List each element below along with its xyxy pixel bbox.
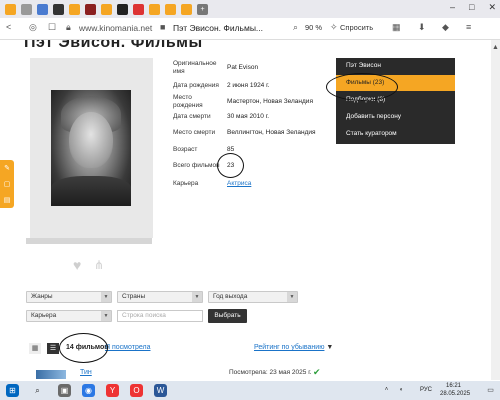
countries-select[interactable]: Страны ▼ bbox=[117, 291, 203, 303]
chevron-down-icon: ▼ bbox=[326, 344, 334, 351]
grid-view-icon[interactable]: ▦ bbox=[29, 343, 41, 354]
browser-tab-bar: + – □ ✕ bbox=[0, 0, 500, 18]
extension-icon[interactable]: ◆ bbox=[442, 22, 449, 33]
pencil-icon[interactable]: ✎ bbox=[4, 164, 10, 172]
chevron-down-icon: ▼ bbox=[192, 292, 202, 302]
ask-button[interactable]: Спросить bbox=[340, 23, 373, 32]
bookmark-icon[interactable]: ☐ bbox=[48, 22, 56, 33]
sort-dropdown[interactable]: Рейтинг по убыванию ▼ bbox=[254, 344, 333, 351]
career-select[interactable]: Карьера ▼ bbox=[26, 310, 112, 322]
document-icon[interactable]: ▤ bbox=[4, 196, 11, 204]
page-tab-title: Пэт Эвисон. Фильмы... bbox=[173, 23, 264, 33]
info-label: Всего фильмов bbox=[173, 162, 220, 169]
chevron-down-icon: ▼ bbox=[287, 292, 297, 302]
new-tab-icon[interactable]: + bbox=[197, 3, 208, 15]
info-value: 30 мая 2010 г. bbox=[227, 113, 270, 120]
downloads-icon[interactable]: ⬇ bbox=[418, 22, 426, 33]
info-value: Веллингтон, Новая Зеландия bbox=[227, 129, 316, 136]
speaker-icon[interactable]: ◐ bbox=[395, 384, 408, 397]
tab-icon[interactable] bbox=[37, 3, 48, 15]
heart-icon[interactable]: ♥ bbox=[73, 257, 81, 273]
tab-icon[interactable] bbox=[149, 3, 160, 15]
search-icon[interactable]: ⌕ bbox=[31, 384, 44, 397]
lock-icon: 🔒︎ bbox=[66, 22, 71, 32]
reader-icon[interactable]: ⌕ bbox=[293, 22, 298, 33]
check-icon: ✔ bbox=[313, 367, 321, 377]
info-label: Место смерти bbox=[173, 129, 216, 136]
minimize-icon[interactable]: – bbox=[450, 2, 455, 13]
url-text[interactable]: www.kinomania.net bbox=[79, 23, 152, 33]
tab-icon[interactable] bbox=[101, 3, 112, 15]
info-label: Оригинальное имя bbox=[173, 60, 217, 75]
annotation-circle-films bbox=[326, 73, 398, 101]
tray-chevron-icon[interactable]: ˄ bbox=[380, 384, 393, 397]
year-select[interactable]: Год выхода ▼ bbox=[208, 291, 298, 303]
info-label: Возраст bbox=[173, 146, 198, 153]
task-view-icon[interactable]: ▣ bbox=[58, 384, 71, 397]
person-photo[interactable] bbox=[51, 90, 131, 206]
tab-icon[interactable] bbox=[69, 3, 80, 15]
language-indicator[interactable]: РУС bbox=[420, 387, 432, 393]
menu-icon[interactable]: ≡ bbox=[466, 22, 471, 32]
film-poster[interactable] bbox=[36, 370, 66, 379]
watched-filter-link[interactable]: Я посмотрела bbox=[105, 344, 150, 351]
career-link[interactable]: Актриса bbox=[227, 180, 251, 188]
info-value: Pat Evison bbox=[227, 64, 259, 71]
menu-item-person[interactable]: Пэт Эвисон bbox=[336, 58, 455, 74]
chevron-down-icon: ▼ bbox=[101, 292, 111, 302]
tab-icon[interactable] bbox=[53, 3, 64, 15]
clock-date[interactable]: 28.05.2025 bbox=[440, 391, 470, 397]
film-title-link[interactable]: Тин bbox=[80, 369, 92, 376]
chevron-down-icon: ▼ bbox=[101, 311, 111, 321]
back-icon[interactable]: < bbox=[6, 22, 11, 32]
word-icon[interactable]: W bbox=[154, 384, 167, 397]
notifications-icon[interactable]: ▭ bbox=[484, 384, 497, 397]
search-input[interactable]: Строка поиска bbox=[117, 310, 203, 322]
clock-time[interactable]: 16:21 bbox=[446, 383, 461, 389]
side-dock: ✎ ▢ ▤ bbox=[0, 160, 14, 208]
yandex-browser-icon[interactable]: Y bbox=[106, 384, 119, 397]
windows-start-icon[interactable]: ⊞ bbox=[6, 384, 19, 397]
photo-divider bbox=[26, 238, 152, 244]
info-label: Дата смерти bbox=[173, 113, 211, 120]
tab-icon[interactable] bbox=[5, 3, 16, 15]
page-scrollbar[interactable] bbox=[491, 40, 500, 380]
info-label: Дата рождения bbox=[173, 82, 219, 89]
site-favicon-icon: ■ bbox=[160, 22, 166, 32]
taskbar: ⊞ ⌕ ▣ ◉ Y O W ˄ ◐ РУС 16:21 28.05.2025 ▭ bbox=[0, 381, 500, 400]
share-icon[interactable]: ⋔ bbox=[94, 258, 104, 272]
menu-item-add-person[interactable]: Добавить персону bbox=[336, 109, 455, 125]
calendar-icon[interactable]: ▢ bbox=[4, 180, 11, 188]
info-label: Место рождения bbox=[173, 94, 203, 109]
tab-icon[interactable] bbox=[85, 3, 96, 15]
tab-icon[interactable] bbox=[133, 3, 144, 15]
tab-icon[interactable] bbox=[165, 3, 176, 15]
annotation-circle-count bbox=[59, 333, 108, 363]
menu-item-curator[interactable]: Стать куратором bbox=[336, 126, 455, 142]
tab-icon[interactable] bbox=[117, 3, 128, 15]
shield-icon[interactable]: ◎ bbox=[29, 22, 37, 33]
info-value: Мастертон, Новая Зеландия bbox=[227, 98, 313, 105]
address-bar: < ◎ ☐ 🔒︎ www.kinomania.net ■ Пэт Эвисон.… bbox=[0, 18, 500, 40]
annotation-circle-total bbox=[217, 153, 244, 178]
choose-button[interactable]: Выбрать bbox=[208, 309, 247, 323]
genres-select[interactable]: Жанры ▼ bbox=[26, 291, 112, 303]
list-view-icon[interactable]: ☰ bbox=[47, 343, 59, 354]
app-icon[interactable]: ◉ bbox=[82, 384, 95, 397]
close-icon[interactable]: ✕ bbox=[488, 2, 496, 13]
ai-icon[interactable]: ✧ bbox=[330, 22, 338, 33]
info-label: Карьера bbox=[173, 180, 199, 187]
scroll-up-icon[interactable]: ▲ bbox=[492, 44, 499, 51]
zoom-level[interactable]: 90 % bbox=[305, 23, 322, 32]
person-menu: Пэт Эвисон Фильмы (23) Подборки (8) Доба… bbox=[336, 58, 455, 144]
tab-icon[interactable] bbox=[21, 3, 32, 15]
watched-date: Посмотрела: 23 мая 2025 г. bbox=[229, 369, 312, 376]
translate-icon[interactable]: ▦ bbox=[392, 22, 401, 33]
tab-icon[interactable] bbox=[181, 3, 192, 15]
opera-icon[interactable]: O bbox=[130, 384, 143, 397]
maximize-icon[interactable]: □ bbox=[469, 2, 474, 13]
info-value: 2 июня 1924 г. bbox=[227, 82, 270, 89]
window-controls: – □ ✕ bbox=[450, 2, 496, 13]
